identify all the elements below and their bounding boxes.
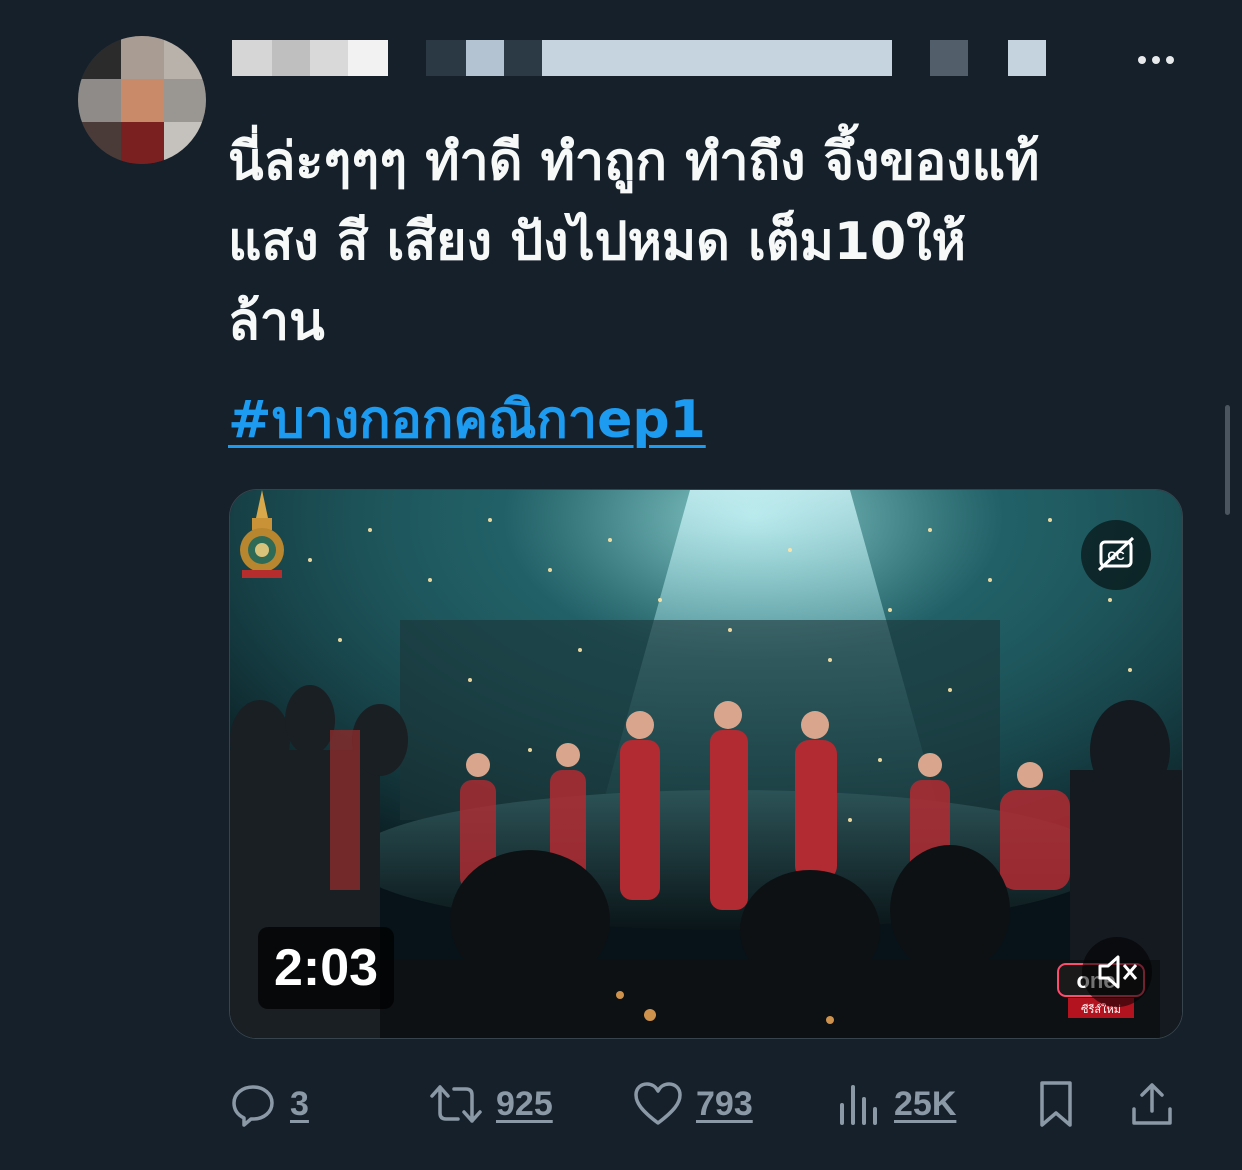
tweet-card: นี่ล่ะๆๆๆ ทำดี ทำถูก ทำถึง จึ้งของแท้ แส…	[0, 0, 1242, 1170]
scrollbar[interactable]	[1225, 405, 1230, 515]
hashtag-link[interactable]: #บางกอกคณิกาep1	[228, 380, 706, 460]
mute-button[interactable]	[1082, 937, 1152, 1007]
retweet-count[interactable]: 925	[496, 1085, 553, 1124]
tweet-text: นี่ล่ะๆๆๆ ทำดี ทำถูก ทำถึง จึ้งของแท้ แส…	[228, 122, 1198, 362]
tweet-text-line: แสง สี เสียง ปังไปหมด เต็ม10ให้	[228, 212, 966, 272]
captions-button[interactable]: CC	[1081, 520, 1151, 590]
more-button[interactable]	[1130, 40, 1182, 80]
heart-icon	[634, 1082, 682, 1125]
reply-count[interactable]: 3	[290, 1085, 309, 1124]
retweet-button[interactable]: 925	[428, 1072, 553, 1136]
more-icon	[1138, 56, 1146, 64]
views-button[interactable]: 25K	[836, 1072, 956, 1136]
captions-icon: CC	[1097, 536, 1135, 572]
tweet-text-line: นี่ล่ะๆๆๆ ทำดี ทำถูก ทำถึง จึ้งของแท้	[228, 132, 1040, 192]
share-icon	[1132, 1083, 1172, 1125]
like-count[interactable]: 793	[696, 1085, 753, 1124]
reply-button[interactable]: 3	[228, 1072, 309, 1136]
bookmark-icon	[1040, 1081, 1072, 1127]
video-player[interactable]: CC 2:03 one ซีรีส์ใหม่	[229, 489, 1183, 1039]
share-button[interactable]	[1128, 1072, 1176, 1136]
muted-speaker-icon	[1098, 955, 1138, 989]
bookmark-button[interactable]	[1034, 1072, 1078, 1136]
video-duration: 2:03	[258, 927, 395, 1009]
retweet-icon	[430, 1085, 482, 1123]
tweet-text-line: ล้าน	[228, 292, 325, 352]
reply-icon	[232, 1085, 274, 1127]
views-icon	[840, 1085, 877, 1125]
views-count[interactable]: 25K	[894, 1085, 956, 1124]
avatar[interactable]	[78, 36, 206, 164]
royal-emblem-icon	[240, 490, 284, 578]
like-button[interactable]: 793	[632, 1072, 753, 1136]
action-bar: 3 925 793 25K	[228, 1072, 1188, 1136]
